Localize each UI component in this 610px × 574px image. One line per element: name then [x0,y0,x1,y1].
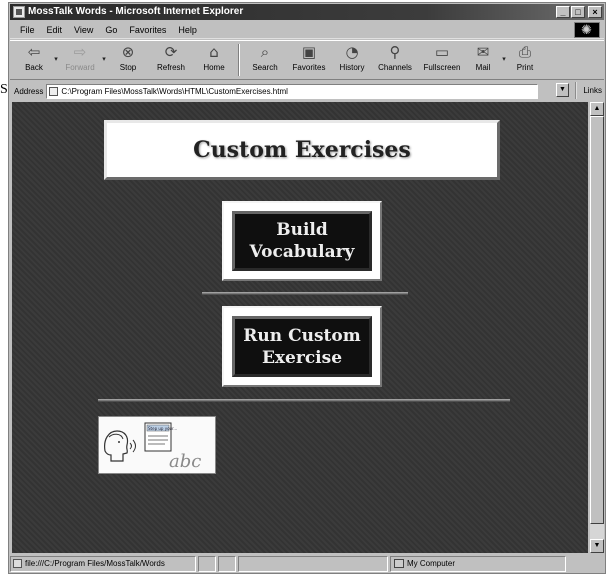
history-icon: ◔ [345,43,359,61]
refresh-button[interactable]: ⟳ Refresh [148,41,194,79]
minimize-button[interactable]: _ [556,6,570,18]
mail-label: Mail [475,63,491,72]
print-icon: ⎙ [518,43,531,61]
logo-abc-text: abc [169,451,201,472]
menu-edit[interactable]: Edit [41,25,69,35]
stop-button[interactable]: ⊗ Stop [108,41,148,79]
print-button[interactable]: ⎙ Print [508,41,542,79]
my-computer-icon [394,559,404,568]
browser-window: MossTalk Words - Microsoft Internet Expl… [8,2,606,574]
menu-help[interactable]: Help [172,25,203,35]
channels-icon: ⚲ [389,43,401,61]
forward-arrow-icon: ⇨ [73,43,87,61]
build-vocabulary-face: Build Vocabulary [232,211,372,271]
stop-label: Stop [119,63,137,72]
address-label: Address [14,86,44,96]
build-vocabulary-button[interactable]: Build Vocabulary [222,201,382,281]
back-label: Back [25,63,43,72]
mosstalk-logo-image[interactable]: Step up your... abc [98,416,216,474]
channels-button[interactable]: ⚲ Channels [372,41,418,79]
security-zone-panel: My Computer [390,556,566,572]
scroll-up-icon[interactable]: ▲ [590,102,604,116]
window-title: MossTalk Words - Microsoft Internet Expl… [28,6,244,17]
search-button[interactable]: ⌕ Search [244,41,286,79]
back-arrow-icon: ⇦ [27,43,41,61]
status-panel [198,556,216,572]
status-text-panel: file:///C:/Program Files/MossTalk/Words [10,556,196,572]
menu-go[interactable]: Go [99,25,123,35]
page-title: Custom Exercises [193,137,411,163]
history-label: History [339,63,365,72]
address-bar: Address C:\Program Files\MossTalk\Words\… [10,82,604,100]
page-content: Custom Exercises Build Vocabulary Run Cu… [12,102,588,553]
home-label: Home [203,63,225,72]
toolbar: ⇦ Back ▾ ⇨ Forward ▾ ⊗ Stop ⟳ Refresh ⌂ … [10,40,604,80]
run-custom-exercise-label: Run Custom Exercise [243,325,361,368]
home-button[interactable]: ⌂ Home [194,41,234,79]
ie-app-icon[interactable] [13,6,25,18]
back-dropdown-icon[interactable]: ▾ [52,55,60,63]
mail-button[interactable]: ✉ Mail [466,41,500,79]
menu-bar: File Edit View Go Favorites Help [10,21,604,39]
menu-favorites[interactable]: Favorites [123,25,172,35]
logo-illustration: Step up your... abc [104,422,201,472]
search-label: Search [252,63,278,72]
back-button[interactable]: ⇦ Back [16,41,52,79]
scroll-thumb[interactable] [590,116,604,524]
home-icon: ⌂ [209,43,219,61]
vertical-scrollbar[interactable]: ▲ ▼ [590,102,604,553]
close-button[interactable]: × [588,6,602,18]
fullscreen-icon: ▭ [434,43,450,61]
address-dropdown-icon[interactable]: ▼ [556,83,569,97]
build-vocabulary-label: Build Vocabulary [249,220,355,262]
favorites-button[interactable]: ▣ Favorites [286,41,332,79]
maximize-button[interactable]: □ [571,6,585,18]
links-button[interactable]: Links [575,82,602,99]
forward-dropdown-icon[interactable]: ▾ [100,55,108,63]
window-controls: _ □ × [556,6,602,18]
logo-sticker-text: Step up your... [148,426,177,431]
search-icon: ⌕ [260,43,270,61]
scroll-down-icon[interactable]: ▼ [590,539,604,553]
page-header-banner: Custom Exercises [104,120,500,180]
channels-label: Channels [378,63,412,72]
mail-icon: ✉ [476,43,490,61]
refresh-icon: ⟳ [164,43,178,61]
forward-label: Forward [65,63,95,72]
forward-button[interactable]: ⇨ Forward [60,41,100,79]
refresh-label: Refresh [156,63,185,72]
ie-throbber-logo [574,22,600,38]
favorites-label: Favorites [292,63,326,72]
divider [202,292,408,295]
title-bar: MossTalk Words - Microsoft Internet Expl… [10,4,604,20]
address-value: C:\Program Files\MossTalk\Words\HTML\Cus… [61,86,288,96]
status-panel [238,556,388,572]
document-icon [13,559,22,568]
fullscreen-label: Fullscreen [423,63,461,72]
status-panel [218,556,236,572]
menu-file[interactable]: File [14,25,41,35]
fullscreen-button[interactable]: ▭ Fullscreen [418,41,466,79]
favorites-icon: ▣ [301,43,317,61]
history-button[interactable]: ◔ History [332,41,372,79]
security-zone-label: My Computer [407,559,456,568]
print-label: Print [516,63,534,72]
menu-view[interactable]: View [68,25,99,35]
divider [98,399,510,402]
address-input[interactable]: C:\Program Files\MossTalk\Words\HTML\Cus… [46,83,539,99]
mail-dropdown-icon[interactable]: ▾ [500,55,508,63]
status-text: file:///C:/Program Files/MossTalk/Words [25,559,165,568]
run-custom-exercise-face: Run Custom Exercise [232,316,372,377]
page-icon [49,86,59,96]
status-bar: file:///C:/Program Files/MossTalk/Words … [10,556,604,573]
stop-icon: ⊗ [121,43,135,61]
toolbar-separator [238,44,240,76]
run-custom-exercise-button[interactable]: Run Custom Exercise [222,306,382,387]
